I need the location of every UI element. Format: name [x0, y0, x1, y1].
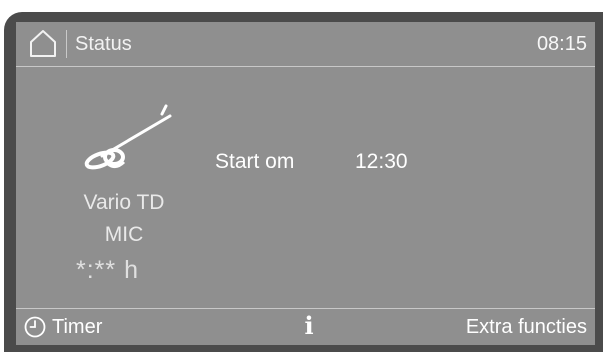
home-button[interactable]: [28, 28, 58, 58]
spiral-instrument-icon: [84, 104, 172, 170]
info-icon: i: [304, 311, 314, 340]
home-icon: [30, 30, 56, 57]
footer-bar: Timer i Extra functies: [16, 309, 595, 345]
program-name: Vario TD: [83, 191, 165, 214]
extra-functions-button[interactable]: Extra functies: [466, 315, 587, 339]
start-label: Start om: [215, 150, 295, 173]
page-title: Status: [75, 33, 132, 55]
clock-display: 08:15: [536, 33, 587, 55]
display-screen: Status 08:15 Vario TD MIC *:** h Start o…: [16, 22, 595, 345]
header-separator: [16, 66, 595, 67]
clock-icon: [24, 316, 46, 338]
program-duration: *:** h: [76, 256, 139, 284]
timer-button[interactable]: Timer: [24, 313, 102, 341]
header-bar: Status 08:15: [16, 22, 595, 66]
header-divider: [66, 30, 67, 58]
info-button[interactable]: i: [299, 311, 319, 341]
program-subtitle: MIC: [104, 223, 144, 246]
program-panel: Vario TD MIC *:** h: [56, 80, 226, 300]
start-time: 12:30: [355, 150, 408, 173]
timer-label: Timer: [52, 316, 103, 338]
